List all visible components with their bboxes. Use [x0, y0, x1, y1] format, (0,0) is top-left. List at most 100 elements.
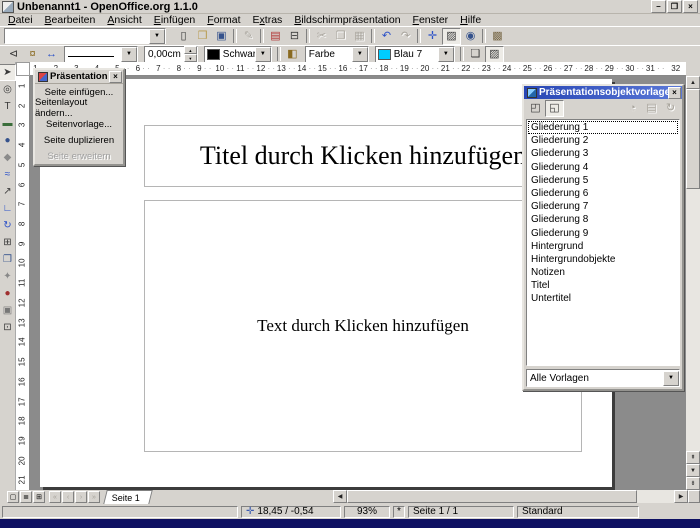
stylist-title-bar[interactable]: Präsentationsobjektvorlagen × — [524, 86, 682, 99]
style-item[interactable]: Hintergrund — [528, 240, 678, 253]
edit-file-icon[interactable]: ✎ — [239, 28, 258, 45]
prev-page-button[interactable]: ‹ — [62, 491, 74, 503]
graphics-styles-icon[interactable]: ◰ — [526, 100, 545, 117]
export-pdf-icon[interactable]: ▤ — [266, 28, 285, 45]
style-item[interactable]: Gliederung 4 — [528, 161, 678, 174]
style-item[interactable]: Gliederung 2 — [528, 134, 678, 147]
close-icon[interactable]: × — [668, 87, 681, 99]
style-item[interactable]: Gliederung 5 — [528, 174, 678, 187]
chevron-down-icon[interactable]: ▼ — [121, 47, 137, 62]
drawing-view-button[interactable]: ▢ — [7, 491, 19, 503]
style-item[interactable]: Gliederung 8 — [528, 213, 678, 226]
menu-item[interactable]: Format — [201, 14, 246, 26]
palette-item[interactable]: Seitenvorlage... — [35, 116, 123, 132]
line-width-spinner[interactable]: 0,00cm ▲▼ — [144, 46, 198, 63]
style-item[interactable]: Gliederung 1 — [528, 121, 678, 134]
spin-down-icon[interactable]: ▼ — [184, 54, 197, 62]
title-bar[interactable]: Unbenannt1 - OpenOffice.org 1.1.0 –❐× — [0, 0, 700, 14]
style-item[interactable]: Gliederung 6 — [528, 187, 678, 200]
menu-item[interactable]: Fenster — [407, 14, 455, 26]
update-style-icon[interactable]: ↻ — [661, 100, 680, 117]
undo-icon[interactable]: ↶ — [377, 28, 396, 45]
copy-icon[interactable]: ❐ — [331, 28, 350, 45]
menu-item[interactable]: Bearbeiten — [39, 14, 102, 26]
fill-color-combobox[interactable]: Blau 7 ▼ — [375, 46, 455, 63]
gallery-icon[interactable]: ▩ — [488, 28, 507, 45]
cut-icon[interactable]: ✂ — [312, 28, 331, 45]
style-item[interactable]: Hintergrundobjekte — [528, 253, 678, 266]
outline-view-button[interactable]: ≣ — [20, 491, 32, 503]
menu-item[interactable]: Extras — [247, 14, 289, 26]
chevron-down-icon[interactable]: ▼ — [149, 29, 165, 44]
edit-points-icon[interactable]: ⊲ — [4, 46, 23, 63]
redo-icon[interactable]: ↷ — [396, 28, 415, 45]
last-page-button[interactable]: » — [88, 491, 100, 503]
status-template-cell: Standard — [517, 506, 639, 518]
fill-format-mode-icon[interactable]: ◔ — [623, 100, 642, 117]
minimize-button[interactable]: – — [651, 0, 666, 13]
presentation-styles-icon[interactable]: ◱ — [545, 100, 564, 117]
horizontal-scrollbar[interactable]: ◀ ▶ — [333, 490, 688, 503]
palette-item[interactable]: Seitenlayout ändern... — [35, 100, 123, 116]
body-placeholder[interactable]: Text durch Klicken hinzufügen — [144, 200, 582, 452]
next-page-scroll-icon[interactable]: ⇟ — [686, 477, 700, 490]
stylist-icon[interactable]: ▨ — [442, 28, 461, 45]
style-filter-combobox[interactable]: Alle Vorlagen ▼ — [526, 369, 680, 387]
style-item[interactable]: Gliederung 3 — [528, 147, 678, 160]
style-item[interactable]: Gliederung 7 — [528, 200, 678, 213]
scroll-left-icon[interactable]: ◀ — [333, 490, 347, 503]
preview-mode-icon[interactable]: ▨ — [485, 46, 504, 63]
line-style-combobox[interactable]: ▼ — [64, 46, 138, 63]
print-icon[interactable]: ⊟ — [285, 28, 304, 45]
vertical-scroll-thumb[interactable] — [686, 89, 700, 189]
glue-points-icon[interactable]: ¤ — [23, 46, 42, 63]
open-icon[interactable]: ❒ — [193, 28, 212, 45]
new-style-icon[interactable]: ▤ — [642, 100, 661, 117]
scroll-down-icon[interactable]: ▼ — [686, 464, 700, 477]
chevron-down-icon[interactable]: ▼ — [352, 47, 368, 62]
window-resize-handle[interactable] — [688, 490, 700, 503]
url-combobox[interactable]: ▼ — [4, 28, 166, 44]
paste-icon[interactable]: ▦ — [350, 28, 369, 45]
scroll-right-icon[interactable]: ▶ — [674, 490, 688, 503]
style-item[interactable]: Untertitel — [528, 292, 678, 305]
menu-item[interactable]: Bildschirmpräsentation — [288, 14, 406, 26]
vertical-scrollbar[interactable]: ▲ ⇞ ▼ ⇟ — [686, 76, 700, 490]
spin-up-icon[interactable]: ▲ — [184, 46, 197, 54]
slide-view-button[interactable]: ⊞ — [33, 491, 45, 503]
hyperlink-icon[interactable]: ◉ — [461, 28, 480, 45]
shadow-icon[interactable]: ❏ — [466, 46, 485, 63]
fill-icon[interactable]: ◧ — [283, 46, 302, 63]
line-color-combobox[interactable]: Schwarz ▼ — [204, 46, 272, 63]
new-document-icon[interactable]: ▯ — [174, 28, 193, 45]
fill-style-combobox[interactable]: Farbe ▼ — [305, 46, 369, 63]
url-input[interactable] — [5, 30, 149, 43]
style-item[interactable]: Gliederung 9 — [528, 227, 678, 240]
palette-item[interactable]: Seite duplizieren — [35, 132, 123, 148]
menu-item[interactable]: Hilfe — [454, 14, 487, 26]
prev-page-scroll-icon[interactable]: ⇞ — [686, 451, 700, 464]
title-placeholder[interactable]: Titel durch Klicken hinzufügen — [144, 125, 582, 187]
palette-item[interactable]: Seite erweitern — [35, 148, 123, 164]
page-tab[interactable]: Seite 1 — [103, 490, 153, 504]
restore-button[interactable]: ❐ — [667, 0, 682, 13]
menu-item[interactable]: Ansicht — [101, 14, 147, 26]
palette-title-bar[interactable]: Präsentation × — [35, 70, 123, 84]
next-page-button[interactable]: › — [75, 491, 87, 503]
line-ends-icon[interactable]: ↔ — [42, 46, 61, 63]
style-item[interactable]: Titel — [528, 279, 678, 292]
chevron-down-icon[interactable]: ▼ — [255, 47, 271, 62]
save-icon[interactable]: ▣ — [212, 28, 231, 45]
scroll-up-icon[interactable]: ▲ — [686, 76, 700, 89]
horizontal-scroll-thumb[interactable] — [347, 490, 637, 503]
chevron-down-icon[interactable]: ▼ — [438, 47, 454, 62]
style-item[interactable]: Notizen — [528, 266, 678, 279]
menu-item[interactable]: Einfügen — [148, 14, 201, 26]
chevron-down-icon[interactable]: ▼ — [663, 371, 679, 386]
menu-item[interactable]: Datei — [2, 14, 39, 26]
close-button[interactable]: × — [683, 0, 698, 13]
first-page-button[interactable]: « — [49, 491, 61, 503]
navigator-icon[interactable]: ✛ — [423, 28, 442, 45]
ruler-corner[interactable] — [16, 62, 30, 76]
close-icon[interactable]: × — [109, 71, 122, 83]
